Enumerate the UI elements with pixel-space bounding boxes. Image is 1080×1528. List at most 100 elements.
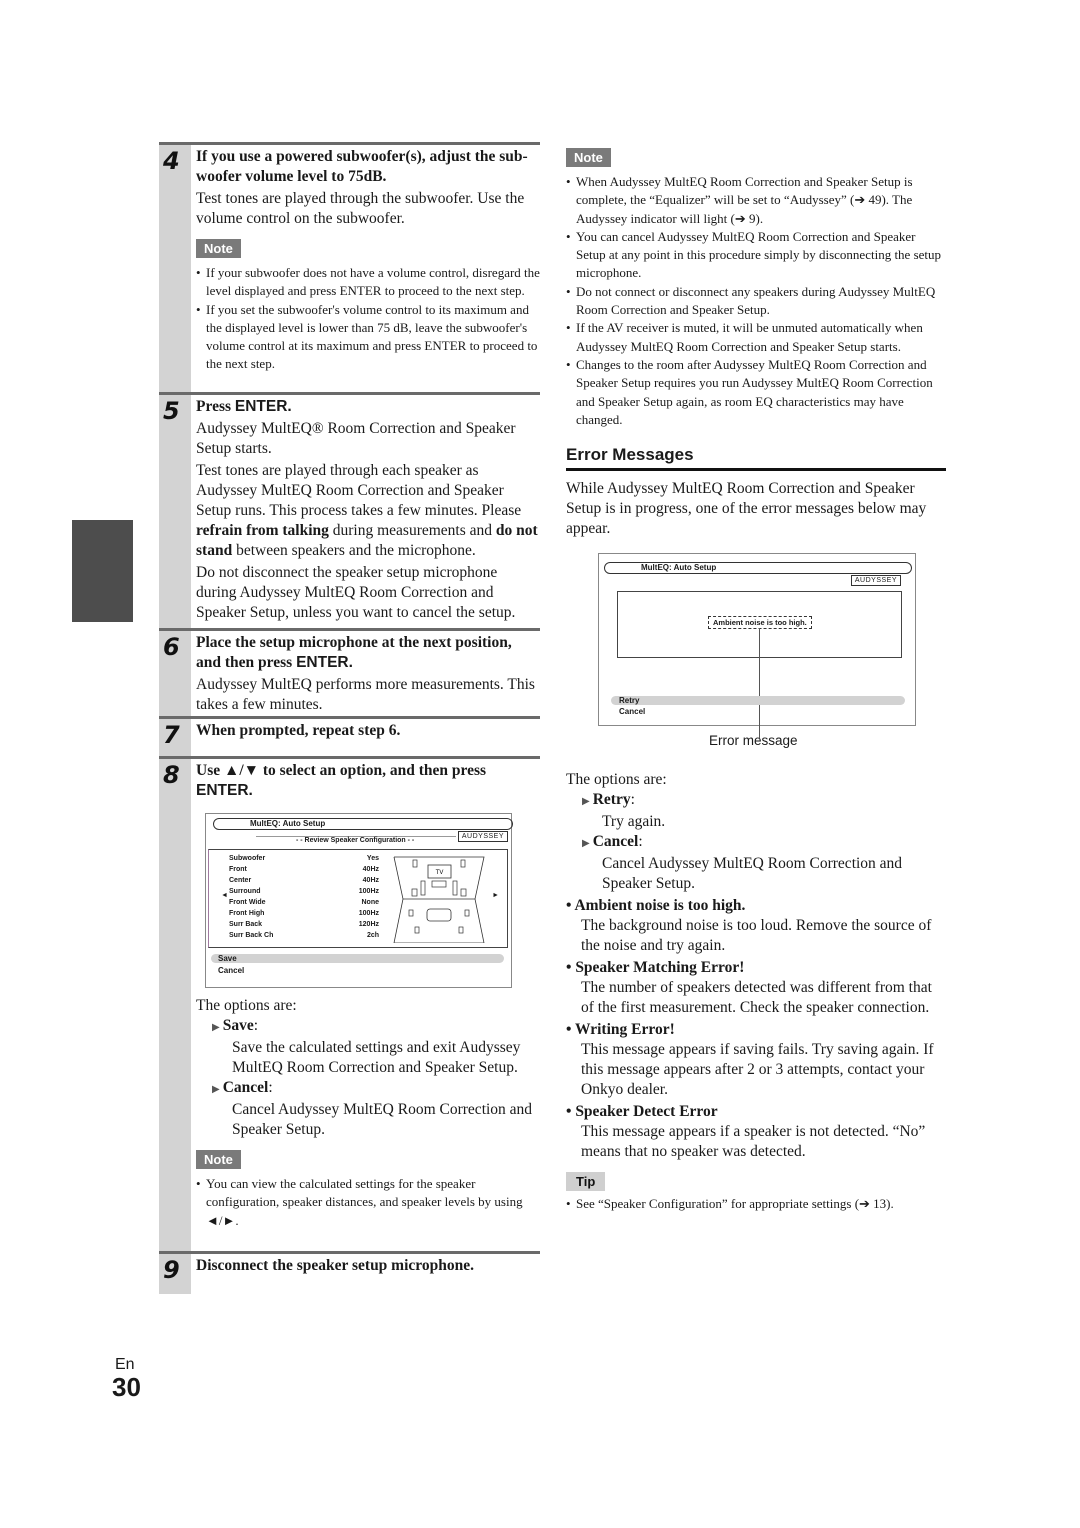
right-arrow-icon[interactable]: ► xyxy=(492,892,499,899)
chapter-tab xyxy=(72,520,133,622)
options-intro: The options are: xyxy=(566,771,667,789)
menu-option-cancel[interactable]: Cancel xyxy=(218,966,244,975)
svg-text:TV: TV xyxy=(436,870,444,876)
step-number: 8 xyxy=(163,761,180,789)
step-number: 7 xyxy=(163,721,180,749)
option-save: ▶ Save: xyxy=(212,1017,259,1034)
section-title: Error Messages xyxy=(566,445,946,472)
step-text: Do not disconnect the speaker setup micr… xyxy=(196,564,516,621)
step-text: Test tones are played through each speak… xyxy=(196,462,538,559)
screen-subtitle: - - Review Speaker Configuration - - xyxy=(296,837,415,844)
config-row-name: Front xyxy=(229,866,247,873)
note-badge: Note xyxy=(566,148,611,167)
config-row-value: 2ch xyxy=(366,932,379,939)
tip-badge: Tip xyxy=(566,1172,606,1192)
config-row: Surr Back 120Hz xyxy=(229,919,379,930)
error-desc: This message appears if a speaker is not… xyxy=(581,1123,926,1161)
config-row-name: Front High xyxy=(229,910,265,917)
config-row: Surr Back Ch 2ch xyxy=(229,930,379,941)
option-cancel: ▶ Cancel: xyxy=(212,1079,273,1096)
step-7: 7 When prompted, repeat step 6. xyxy=(159,716,540,756)
config-row-value: None xyxy=(361,899,380,906)
config-row-value: 100Hz xyxy=(358,910,379,917)
option-desc: Cancel Audyssey MultEQ Room Correction a… xyxy=(602,855,903,893)
screen-title: MultEQ: Auto Setup xyxy=(213,818,513,830)
step-number: 5 xyxy=(163,397,180,425)
config-row-value: 120Hz xyxy=(358,921,379,928)
triangle-right-icon: ▶ xyxy=(212,1084,220,1095)
note-item: If the AV receiver is muted, it will be … xyxy=(566,319,946,356)
note-list: You can view the calculated settings for… xyxy=(196,1175,540,1230)
config-row-name: Surr Back xyxy=(229,921,263,928)
triangle-right-icon: ▶ xyxy=(582,838,590,850)
error-list: • Ambient noise is too high. The backgro… xyxy=(566,895,946,1162)
note-item: You can cancel Audyssey MultEQ Room Corr… xyxy=(566,228,946,283)
note-list: If your subwoofer does not have a volume… xyxy=(196,264,540,374)
config-row-name: Center xyxy=(229,877,252,884)
selection-highlight xyxy=(211,954,504,963)
note-badge: Note xyxy=(196,1150,241,1169)
error-title: • Speaker Detect Error xyxy=(566,1103,718,1121)
step-number: 9 xyxy=(163,1256,180,1284)
option-desc: Save the calculated settings and exit Au… xyxy=(232,1039,521,1076)
error-title: • Writing Error! xyxy=(566,1021,675,1039)
options-intro: The options are: xyxy=(196,997,297,1014)
error-title: • Ambient noise is too high. xyxy=(566,897,746,915)
error-desc: The background noise is too loud. Remove… xyxy=(581,917,932,955)
config-row-name: Subwoofer xyxy=(229,855,266,862)
config-panel: Subwoofer Yes Front 40Hz Center 40Hz Surround 1… xyxy=(208,849,508,948)
triangle-right-icon: ▶ xyxy=(212,1022,220,1033)
note-item: If you set the subwoofer's volume contro… xyxy=(196,301,540,374)
config-row: Center 40Hz xyxy=(229,875,379,886)
config-row-value: 40Hz xyxy=(362,866,379,873)
error-screen: MultEQ: Auto Setup AUDYSSEY Ambient nois… xyxy=(598,553,916,739)
config-row-name: Surr Back Ch xyxy=(229,932,274,939)
left-column: 4 If you use a powered subwoofer(s), adj… xyxy=(159,142,540,1294)
room-diagram: TV xyxy=(393,856,485,943)
step-9: 9 Disconnect the speaker setup microphon… xyxy=(159,1251,540,1294)
step-number: 4 xyxy=(163,147,180,175)
config-row-value: 100Hz xyxy=(358,888,379,895)
left-arrow-icon[interactable]: ◄ xyxy=(221,892,228,899)
callout-line xyxy=(759,628,760,739)
triangle-right-icon: ▶ xyxy=(582,796,590,808)
audyssey-logo: AUDYSSEY xyxy=(850,575,901,587)
note-item: You can view the calculated settings for… xyxy=(196,1175,540,1230)
audyssey-logo: AUDYSSEY xyxy=(457,831,508,842)
error-title: • Speaker Matching Error! xyxy=(566,959,745,977)
config-rows: Subwoofer Yes Front 40Hz Center 40Hz Surround 1… xyxy=(229,853,379,941)
menu-option-retry[interactable]: Retry xyxy=(619,696,639,705)
menu-option-cancel[interactable]: Cancel xyxy=(619,707,645,716)
step-title: Place the setup microphone at the next p… xyxy=(196,634,512,671)
step-title: Press ENTER. xyxy=(196,398,292,415)
step-title: When prompted, repeat step 6. xyxy=(196,722,401,739)
step-text: Test tones are played through the subwoo… xyxy=(196,190,525,227)
config-row: Surround 100Hz xyxy=(229,886,379,897)
tip-list: See “Speaker Configuration” for appropri… xyxy=(566,1195,946,1214)
step-title: If you use a powered subwoofer(s), adjus… xyxy=(196,148,528,185)
error-desc: This message appears if saving fails. Tr… xyxy=(581,1041,934,1099)
note-item: If your subwoofer does not have a volume… xyxy=(196,264,540,301)
option-retry: ▶ Retry: xyxy=(582,791,635,809)
step-title: Use ▲/▼ to select an option, and then pr… xyxy=(196,762,487,799)
note-item: When Audyssey MultEQ Room Correction and… xyxy=(566,173,946,228)
config-row-name: Surround xyxy=(229,888,261,895)
step-8: 8 Use ▲/▼ to select an option, and then … xyxy=(159,756,540,1251)
config-row: Front High 100Hz xyxy=(229,908,379,919)
note-list: When Audyssey MultEQ Room Correction and… xyxy=(566,173,946,429)
option-desc: Try again. xyxy=(602,813,666,831)
selection-highlight xyxy=(611,696,905,706)
step-number: 6 xyxy=(163,633,180,661)
config-row-value: Yes xyxy=(366,855,379,862)
step-4: 4 If you use a powered subwoofer(s), adj… xyxy=(159,142,540,392)
note-item: Changes to the room after Audyssey MultE… xyxy=(566,356,946,429)
config-row: Subwoofer Yes xyxy=(229,853,379,864)
config-row: Front Wide None xyxy=(229,897,379,908)
page-number: En 30 xyxy=(112,1356,141,1400)
option-cancel: ▶ Cancel: xyxy=(582,833,643,851)
step-text: Audyssey MultEQ® Room Correction and Spe… xyxy=(196,420,516,457)
menu-option-save[interactable]: Save xyxy=(218,954,237,963)
note-badge: Note xyxy=(196,239,241,258)
config-row-value: 40Hz xyxy=(362,877,379,884)
step-5: 5 Press ENTER. Audyssey MultEQ® Room Cor… xyxy=(159,392,540,628)
